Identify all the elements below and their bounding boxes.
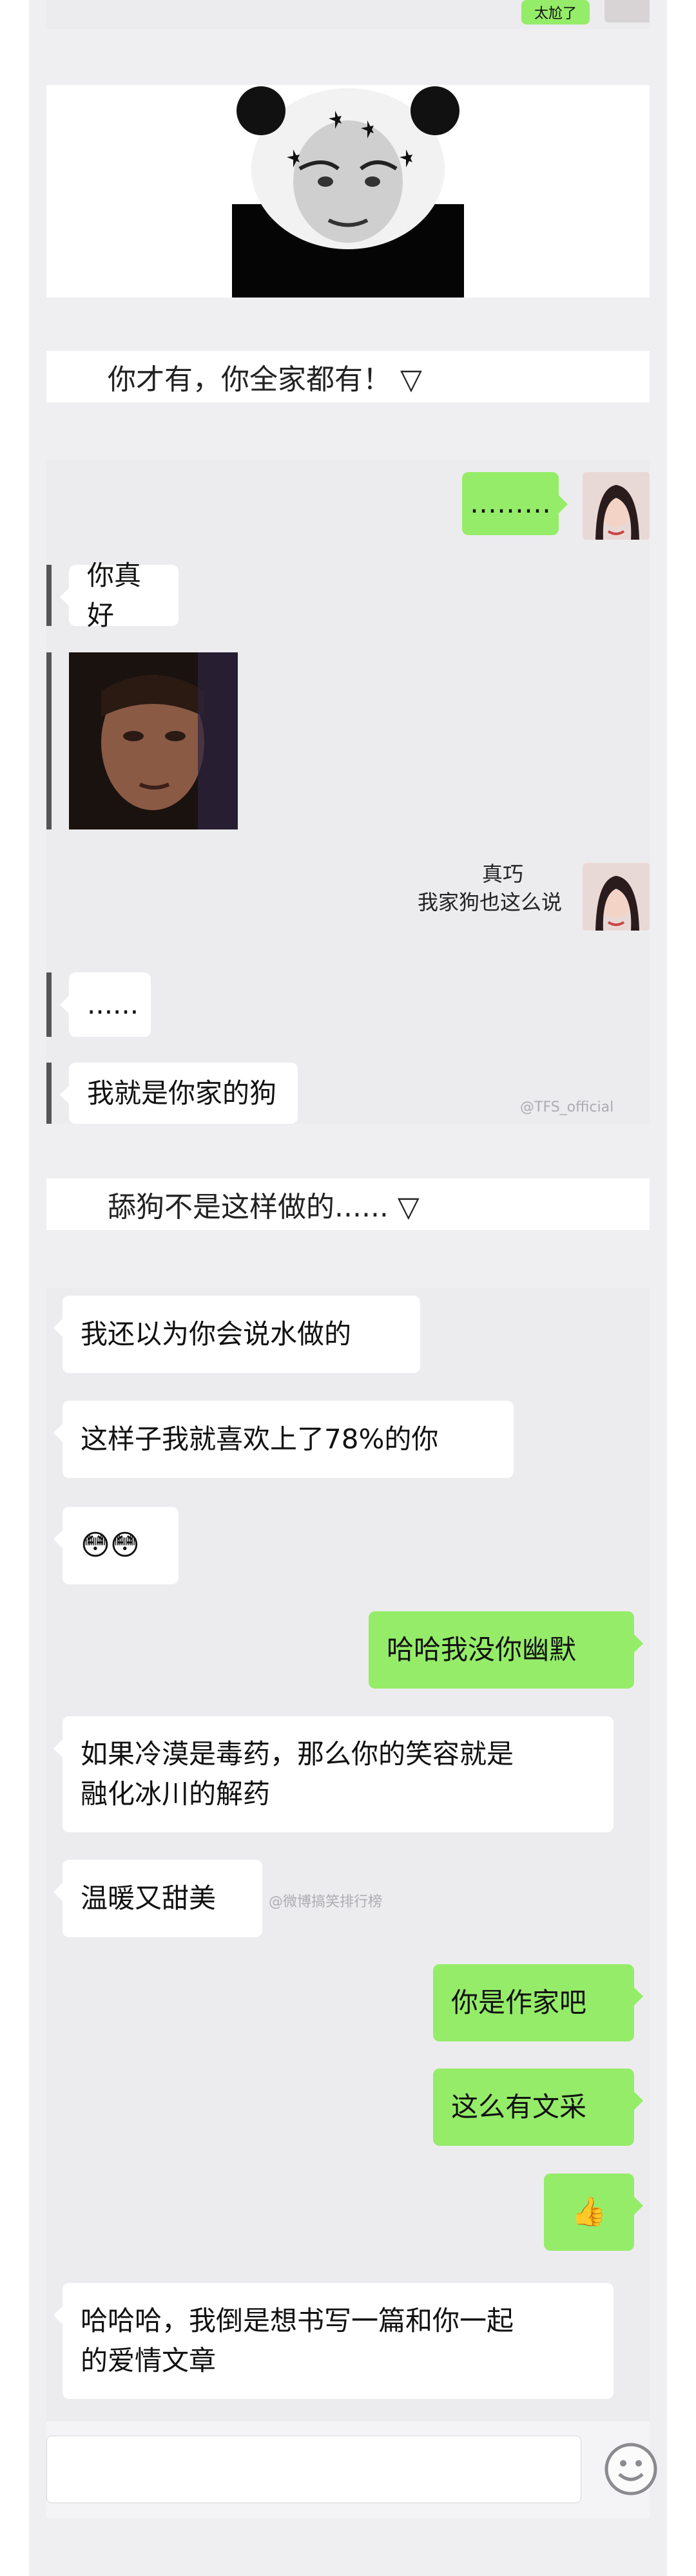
chat-bubble-left: 哈哈哈，我倒是想书写一篇和你一起 的爱情文章: [53, 2283, 614, 2399]
message-line: 真巧: [481, 862, 523, 886]
man-portrait-image: [69, 652, 238, 829]
angry-panda-meme-image: [232, 86, 464, 298]
message-text: 你真好: [87, 559, 142, 631]
chat-bubble-right: 你是作家吧: [433, 1964, 643, 2041]
message-text: 我还以为你会说水做的: [81, 1318, 352, 1350]
avatar: [583, 472, 650, 540]
article-column: 太尬了 你才有，你全家都有！ ▽ ……… 你真好 真巧 我家狗也这么说 ....…: [29, 0, 667, 2576]
message-line: 的爱情文章: [81, 2345, 217, 2376]
watermark: @微博搞笑排行榜: [269, 1890, 382, 1911]
chat-bubble-left: 如果冷漠是毒药，那么你的笑容就是 融化冰川的解药: [53, 1716, 614, 1832]
watermark-text: @微博搞笑排行榜: [269, 1894, 383, 1910]
emoji-message: 😳😳: [81, 1529, 140, 1562]
chat-bubble-right: 太尬了: [521, 0, 590, 24]
chat-bubble-right: 👍: [544, 2174, 643, 2251]
avatar: [583, 863, 650, 931]
message-line: 融化冰川的解药: [81, 1778, 271, 1810]
message-text: 这么有文采: [451, 2091, 587, 2123]
chat-bubble-left: 你真好: [60, 560, 179, 631]
message-text: 这样子我就喜欢上了78%的你: [81, 1423, 439, 1455]
chat-bubble-left: 这样子我就喜欢上了78%的你: [53, 1401, 514, 1478]
chat-bubble-right: 真巧 我家狗也这么说: [394, 860, 562, 924]
message-text: 温暖又甜美: [81, 1882, 217, 1914]
divider: [46, 972, 52, 1037]
chat-input-bar: [46, 2421, 657, 2518]
caption-text: 舔狗不是这样做的...... ▽: [108, 1191, 420, 1224]
message-input[interactable]: [46, 2436, 581, 2503]
chat-bubble-right: 哈哈我没你幽默: [369, 1611, 643, 1689]
section-caption: 舔狗不是这样做的...... ▽: [46, 1179, 650, 1230]
message-text: 我就是你家的狗: [87, 1077, 277, 1109]
message-text: ………: [470, 488, 551, 519]
watermark-text: @TFS_official: [520, 1099, 614, 1115]
caption-text: 你才有，你全家都有！ ▽: [108, 363, 422, 396]
chat-bubble-left: 我还以为你会说水做的: [53, 1296, 420, 1373]
chat-fragment-top: 太尬了: [46, 0, 650, 29]
section-caption: 你才有，你全家都有！ ▽: [46, 351, 650, 402]
thumbs-up-icon: 👍: [571, 2195, 607, 2228]
message-text: 太尬了: [534, 6, 577, 22]
message-text: 你是作家吧: [451, 1987, 587, 2018]
message-text: ......: [87, 989, 139, 1020]
divider: [46, 652, 52, 829]
chat-bubble-left: 温暖又甜美: [53, 1860, 262, 1937]
chat-bubble-left: 我就是你家的狗: [60, 1063, 298, 1124]
chat-panel-2: 我还以为你会说水做的 这样子我就喜欢上了78%的你 😳😳 哈哈我没你幽默 如果冷…: [46, 1288, 650, 2421]
watermark: @TFS_official: [520, 1099, 614, 1115]
divider: [46, 565, 52, 626]
chat-panel-1: ……… 你真好 真巧 我家狗也这么说 ...... 我就是你家的狗 @TFS_o…: [46, 460, 650, 1124]
message-line: 哈哈哈，我倒是想书写一篇和你一起: [81, 2305, 514, 2336]
chat-bubble-left: ......: [60, 972, 151, 1037]
chat-bubble-right: 这么有文采: [433, 2069, 643, 2146]
avatar: [604, 0, 650, 23]
meme-image-panel: [46, 85, 650, 298]
message-line: 如果冷漠是毒药，那么你的笑容就是: [81, 1738, 514, 1770]
divider: [46, 1063, 52, 1124]
smile-icon[interactable]: [604, 2442, 658, 2496]
chat-bubble-left: 😳😳: [53, 1507, 179, 1584]
message-text: 哈哈我没你幽默: [387, 1634, 577, 1665]
chat-bubble-right: ………: [462, 472, 568, 535]
message-line: 我家狗也这么说: [417, 890, 562, 914]
